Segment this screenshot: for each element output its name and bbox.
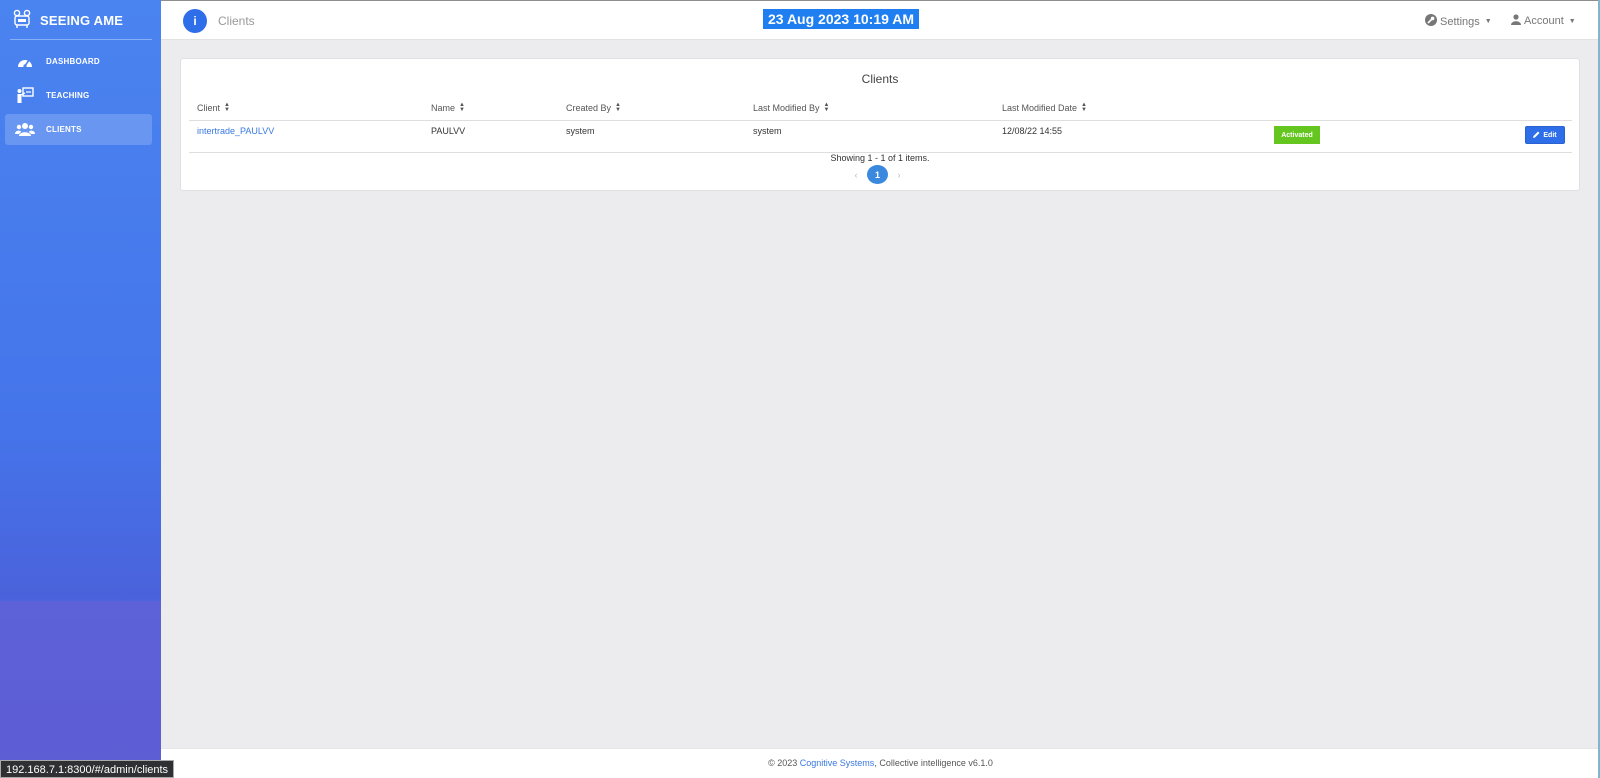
footer-suffix: , Collective intelligence v6.1.0	[874, 758, 993, 768]
client-link[interactable]: intertrade_PAULVV	[197, 126, 274, 136]
sort-icon: ▲ ▼	[224, 102, 230, 113]
status-badge: Activated	[1274, 126, 1320, 144]
app-name: SEEING AME	[40, 13, 124, 28]
column-header-label: Name	[431, 103, 456, 113]
last-modified-date-cell: 12/08/22 14:55	[1002, 126, 1063, 136]
caret-down-icon: ▼	[1568, 17, 1576, 25]
account-label: Account	[1524, 15, 1564, 27]
top-bar: i Clients 23 Aug 2023 10:19 AM Settings …	[161, 0, 1600, 40]
status-bar-url: 192.168.7.1:8300/#/admin/clients	[0, 760, 175, 778]
brand[interactable]: SEEING AME	[12, 9, 123, 32]
column-header-label: Client	[197, 103, 221, 113]
settings-menu[interactable]: Settings ▼	[1425, 14, 1492, 29]
info-icon[interactable]: i	[183, 9, 207, 33]
card-title: Clients	[861, 72, 899, 86]
column-header-label: Created By	[566, 103, 612, 113]
footer: © 2023 Cognitive Systems, Collective int…	[161, 748, 1600, 778]
column-header-last-modified-by[interactable]: Last Modified By ▲ ▼	[753, 102, 830, 113]
sidebar-item-teaching[interactable]: TEACHING	[5, 80, 152, 111]
sidebar-item-label: TEACHING	[46, 91, 90, 100]
client-name-cell: PAULVV	[431, 126, 466, 136]
account-menu[interactable]: Account ▼	[1511, 14, 1576, 28]
user-icon	[1511, 14, 1521, 28]
next-page-icon[interactable]: ›	[892, 168, 906, 182]
pagination-summary: Showing 1 - 1 of 1 items.	[830, 153, 930, 163]
sidebar-nav: DASHBOARD TEACHING CLIENTS	[5, 46, 152, 148]
sidebar-item-label: DASHBOARD	[46, 57, 100, 66]
page-number-button[interactable]: 1	[867, 165, 888, 184]
settings-label: Settings	[1440, 15, 1480, 28]
page-breadcrumb: Clients	[218, 14, 255, 28]
sort-icon: ▲ ▼	[459, 102, 465, 113]
created-by-cell: system	[566, 126, 595, 136]
pagination: ‹ 1 ›	[849, 165, 906, 184]
column-header-label: Last Modified By	[753, 103, 820, 113]
column-header-label: Last Modified Date	[1002, 103, 1078, 113]
sort-icon: ▲ ▼	[615, 102, 621, 113]
teaching-board-icon	[15, 87, 35, 105]
sidebar-item-label: CLIENTS	[46, 125, 82, 134]
edit-label: Edit	[1543, 131, 1557, 139]
clients-card: Clients Client ▲ ▼ Name ▲ ▼ Created By ▲ ▼ …	[180, 58, 1580, 191]
caret-down-icon: ▼	[1484, 18, 1492, 25]
sidebar-item-clients[interactable]: CLIENTS	[5, 114, 152, 145]
column-header-name[interactable]: Name ▲ ▼	[431, 102, 465, 113]
sort-icon: ▲ ▼	[1081, 102, 1087, 113]
sort-icon: ▲ ▼	[823, 102, 830, 113]
table-header-divider	[189, 120, 1572, 121]
column-header-client[interactable]: Client ▲ ▼	[197, 102, 230, 113]
footer-company-link[interactable]: Cognitive Systems	[800, 758, 875, 768]
column-header-last-modified-date[interactable]: Last Modified Date ▲ ▼	[1002, 102, 1087, 113]
previous-page-icon[interactable]: ‹	[849, 168, 863, 182]
sidebar: SEEING AME DASHBOARD TEACHING CLIENTS	[0, 0, 161, 778]
sidebar-divider	[10, 39, 152, 40]
edit-button[interactable]: Edit	[1525, 126, 1565, 144]
column-header-created-by[interactable]: Created By ▲ ▼	[566, 102, 621, 113]
robot-logo-icon	[12, 9, 32, 32]
dashboard-gauge-icon	[15, 53, 35, 71]
last-modified-by-cell: system	[753, 126, 782, 136]
wrench-icon	[1425, 14, 1437, 29]
current-datetime: 23 Aug 2023 10:19 AM	[763, 9, 920, 29]
users-group-icon	[15, 121, 35, 139]
pencil-icon	[1533, 131, 1540, 140]
sidebar-item-dashboard[interactable]: DASHBOARD	[5, 46, 152, 77]
footer-copyright: © 2023	[768, 758, 798, 768]
